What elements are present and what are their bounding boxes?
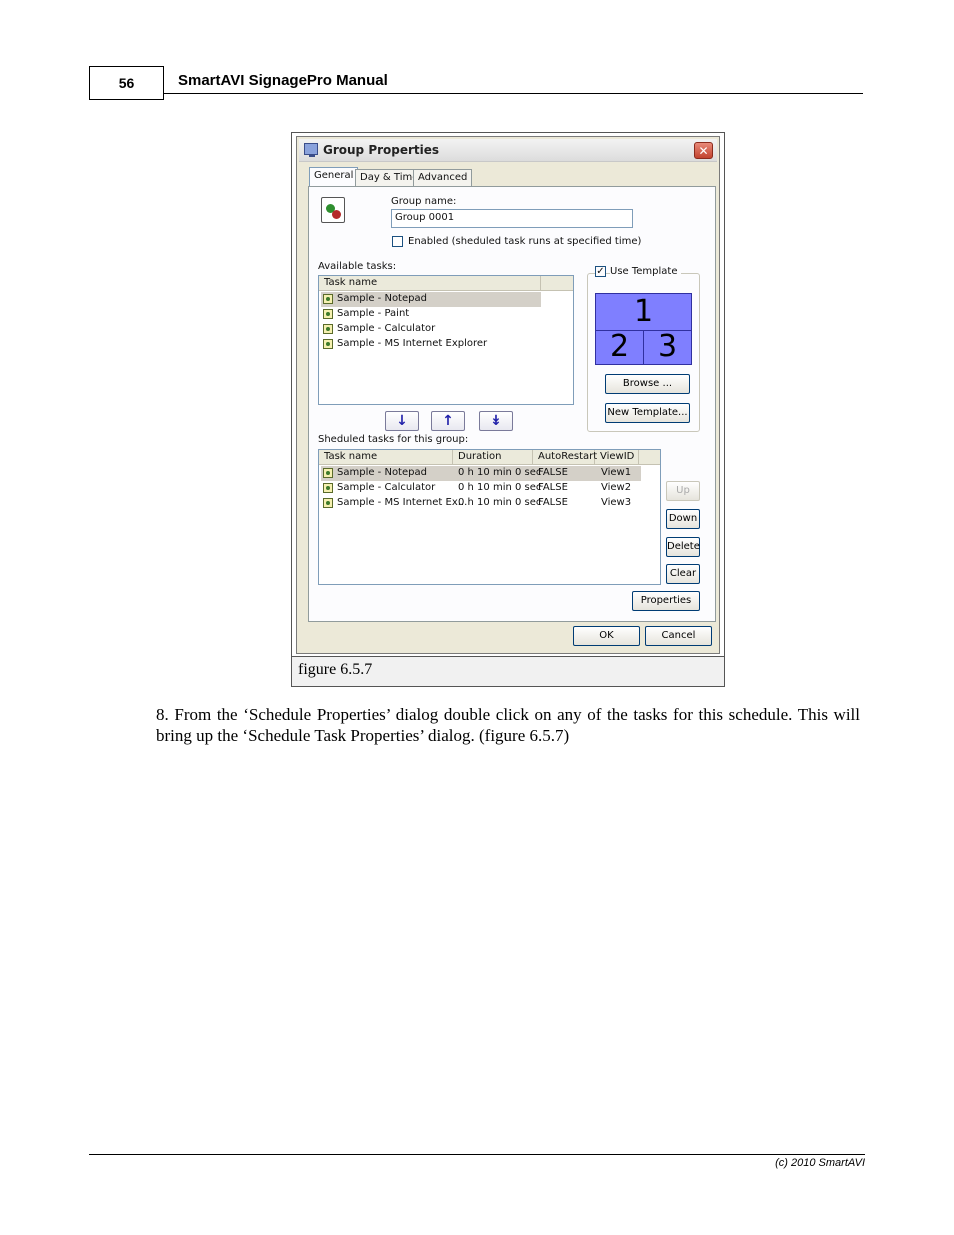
table-row[interactable]: Sample - Notepad 0 h 10 min 0 sec FALSE …: [321, 466, 641, 481]
template-cell-3: 3: [657, 329, 678, 364]
new-template-button[interactable]: New Template...: [605, 403, 690, 423]
cell-viewid: View2: [601, 482, 632, 493]
up-button[interactable]: Up: [666, 481, 700, 501]
page-number: 56: [89, 66, 164, 100]
tab-advanced[interactable]: Advanced: [413, 169, 473, 187]
use-template-checkbox[interactable]: ✓: [595, 266, 606, 277]
group-name-label: Group name:: [391, 196, 457, 207]
template-preview[interactable]: 1 2 3: [595, 293, 692, 365]
scheduled-tasks-list[interactable]: Task name Duration AutoRestart ViewID Sa…: [318, 449, 661, 585]
title-bar: Group Properties ✕: [299, 139, 717, 162]
task-icon: [323, 339, 333, 349]
column-duration[interactable]: Duration: [453, 450, 533, 464]
general-panel: Group name: Group 0001 Enabled (sheduled…: [308, 186, 716, 622]
cell-viewid: View1: [601, 467, 632, 478]
task-label: Sample - Calculator: [337, 323, 436, 334]
ok-button[interactable]: OK: [573, 626, 640, 646]
template-cell-1: 1: [633, 294, 654, 329]
cell-viewid: View3: [601, 497, 632, 508]
list-header: Task name Duration AutoRestart ViewID: [319, 450, 660, 465]
table-row[interactable]: Sample - MS Internet Ex... 0 h 10 min 0 …: [321, 496, 641, 511]
add-all-arrow-button[interactable]: ↡: [479, 411, 513, 431]
enabled-checkbox[interactable]: [392, 236, 403, 247]
close-button[interactable]: ✕: [694, 142, 713, 159]
cell-task: Sample - MS Internet Ex...: [337, 497, 468, 508]
scheduled-tasks-label: Sheduled tasks for this group:: [318, 434, 469, 445]
down-button[interactable]: Down: [666, 509, 700, 529]
task-label: Sample - Notepad: [337, 293, 427, 304]
cell-duration: 0 h 10 min 0 sec: [458, 467, 542, 478]
instruction-paragraph: 8. From the ‘Schedule Properties’ dialog…: [156, 705, 860, 745]
task-icon: [323, 309, 333, 319]
group-name-input[interactable]: Group 0001: [391, 209, 633, 228]
task-icon: [323, 498, 333, 508]
cell-autorestart: FALSE: [538, 497, 568, 508]
figure-caption: figure 6.5.7: [292, 656, 724, 686]
cell-autorestart: FALSE: [538, 482, 568, 493]
cell-duration: 0 h 10 min 0 sec: [458, 497, 542, 508]
column-viewid[interactable]: ViewID: [595, 450, 639, 464]
available-tasks-label: Available tasks:: [318, 261, 397, 272]
dialog-title: Group Properties: [323, 143, 440, 157]
list-item[interactable]: Sample - Calculator: [321, 322, 541, 337]
task-icon: [323, 468, 333, 478]
column-task-name[interactable]: Task name: [319, 450, 453, 464]
task-label: Sample - MS Internet Explorer: [337, 338, 488, 349]
footer-rule: [89, 1154, 865, 1155]
use-template-label: Use Template: [610, 266, 681, 277]
move-down-arrow-button[interactable]: ↓: [385, 411, 419, 431]
column-task-name[interactable]: Task name: [319, 276, 541, 290]
cell-duration: 0 h 10 min 0 sec: [458, 482, 542, 493]
header-rule: [164, 93, 863, 94]
task-icon: [323, 483, 333, 493]
task-icon: [323, 324, 333, 334]
group-icon: [321, 197, 345, 223]
monitor-icon: [304, 143, 318, 157]
task-icon: [323, 294, 333, 304]
available-tasks-list[interactable]: Task name Sample - Notepad Sample - Pain…: [318, 275, 574, 405]
list-item[interactable]: Sample - Notepad: [321, 292, 541, 307]
enabled-label: Enabled (sheduled task runs at specified…: [408, 236, 642, 247]
template-cell-2: 2: [609, 329, 630, 364]
cell-task: Sample - Calculator: [337, 482, 436, 493]
column-autorestart[interactable]: AutoRestart: [533, 450, 597, 464]
clear-button[interactable]: Clear: [666, 564, 700, 584]
tab-general[interactable]: General: [309, 167, 359, 188]
properties-button[interactable]: Properties: [632, 591, 700, 611]
list-item[interactable]: Sample - Paint: [321, 307, 541, 322]
list-item[interactable]: Sample - MS Internet Explorer: [321, 337, 541, 352]
group-properties-dialog: Group Properties ✕ General Day & Time Ad…: [296, 136, 720, 654]
task-label: Sample - Paint: [337, 308, 410, 319]
browse-button[interactable]: Browse ...: [605, 374, 690, 394]
list-header: Task name: [319, 276, 573, 291]
cancel-button[interactable]: Cancel: [645, 626, 712, 646]
manual-title: SmartAVI SignagePro Manual: [178, 72, 388, 89]
delete-button[interactable]: Delete: [666, 537, 700, 557]
cell-task: Sample - Notepad: [337, 467, 427, 478]
move-up-arrow-button[interactable]: ↑: [431, 411, 465, 431]
table-row[interactable]: Sample - Calculator 0 h 10 min 0 sec FAL…: [321, 481, 641, 496]
cell-autorestart: FALSE: [538, 467, 568, 478]
copyright-footer: (c) 2010 SmartAVI: [775, 1157, 865, 1169]
